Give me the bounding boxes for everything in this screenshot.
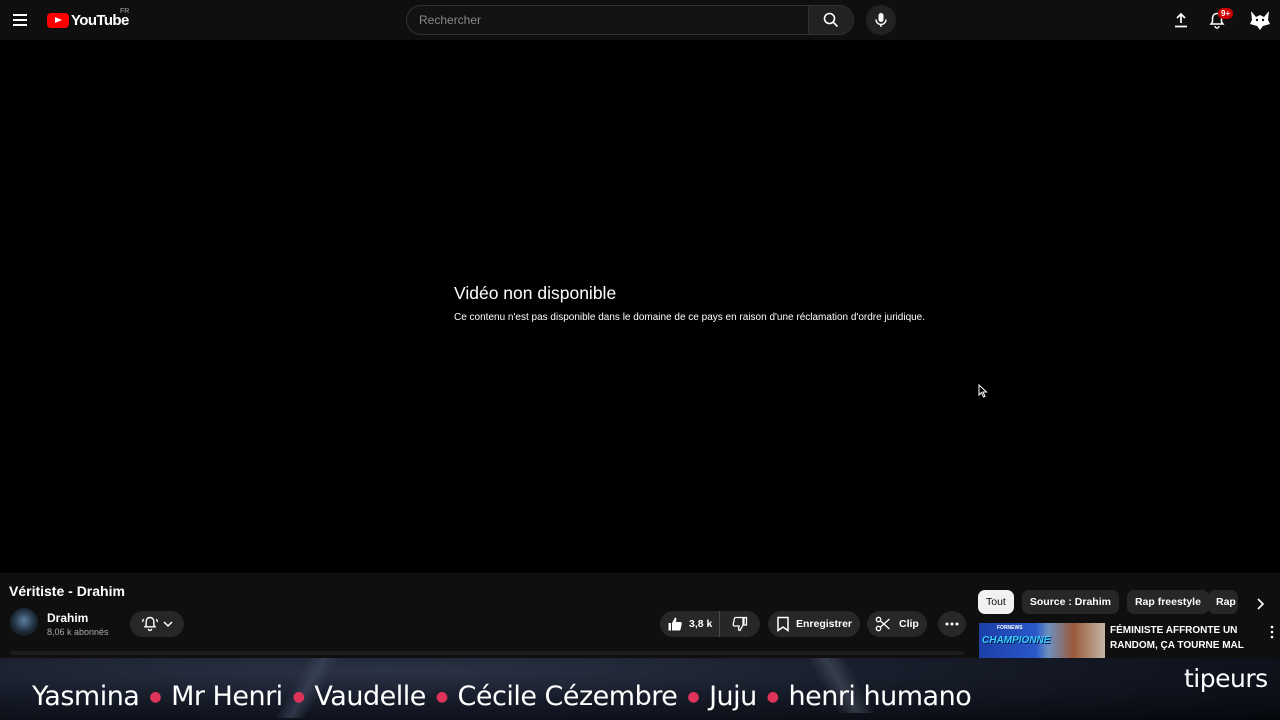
video-title: Véritiste - Drahim [9, 583, 125, 599]
subscriber-count: 8,06 k abonnés [47, 627, 109, 637]
separator-dot: ● [292, 688, 305, 705]
comments-divider [10, 651, 965, 655]
supporter-name: Yasmina [32, 681, 140, 712]
bookmark-icon [777, 616, 789, 632]
separator-dot: ● [149, 688, 162, 705]
clip-button[interactable]: Clip [867, 611, 927, 637]
more-vertical-icon[interactable] [1266, 625, 1278, 639]
clip-label: Clip [899, 618, 919, 630]
thumbs-up-icon [668, 617, 682, 631]
separator-dot: ● [687, 688, 700, 705]
bell-ringing-icon [141, 616, 158, 632]
supporter-name: Juju [709, 681, 757, 712]
notification-badge: 9+ [1218, 8, 1234, 19]
brand-logo: tipeurs [1184, 664, 1268, 693]
thumbnail-small-text: FORNEWS [997, 625, 1023, 631]
search-icon [823, 12, 839, 28]
wolf-avatar-icon [1250, 11, 1270, 30]
save-label: Enregistrer [796, 618, 853, 630]
youtube-play-icon [47, 12, 69, 28]
account-avatar[interactable] [1245, 5, 1275, 35]
notifications-button[interactable]: 9+ [1202, 5, 1234, 35]
thumbs-down-icon [732, 616, 748, 632]
channel-name[interactable]: Drahim [47, 611, 88, 625]
unavailable-message: Ce contenu n'est pas disponible dans le … [454, 312, 926, 323]
channel-avatar[interactable] [10, 608, 38, 636]
chip-rap[interactable]: Rap [1208, 590, 1238, 614]
create-button[interactable] [1166, 5, 1196, 35]
like-button[interactable]: 3,8 k [660, 611, 720, 637]
video-player[interactable]: Vidéo non disponible Ce contenu n'est pa… [0, 40, 1280, 573]
suggested-video-title[interactable]: FÉMINISTE AFFRONTE UN RANDOM, ÇA TOURNE … [1110, 623, 1260, 653]
like-count: 3,8 k [689, 618, 713, 630]
search-bar [406, 5, 854, 35]
more-actions-button[interactable] [938, 611, 966, 637]
supporters-banner: Yasmina ● Mr Henri ● Vaudelle ● Cécile C… [0, 658, 1280, 720]
supporter-name: Vaudelle [314, 681, 426, 712]
more-horizontal-icon [945, 622, 959, 626]
youtube-logo[interactable]: YouTube [47, 10, 129, 30]
separator-dot: ● [435, 688, 448, 705]
menu-icon[interactable] [6, 6, 34, 34]
chip-rap-clipped: Rap [1208, 590, 1238, 614]
video-info-area: Véritiste - Drahim Drahim 8,06 k abonnés… [0, 573, 1280, 658]
supporter-name: henri humano [788, 681, 972, 712]
scissors-icon [875, 616, 890, 632]
like-dislike-group: 3,8 k [660, 611, 760, 637]
subscription-bell-button[interactable] [130, 611, 184, 637]
save-button[interactable]: Enregistrer [768, 611, 860, 637]
microphone-icon [875, 13, 887, 27]
chevron-down-icon [163, 621, 173, 628]
separator-dot: ● [766, 688, 779, 705]
unavailable-title: Vidéo non disponible [454, 283, 617, 303]
related-filter-chips: Tout Source : Drahim Rap freestyle [978, 590, 1209, 614]
chevron-right-icon [1257, 598, 1264, 610]
upload-icon [1175, 12, 1187, 28]
mouse-cursor-icon [978, 384, 988, 398]
supporter-name: Cécile Cézembre [457, 681, 678, 712]
thumbnail-caption: CHAMPIONNE [982, 635, 1051, 646]
country-code: FR [120, 8, 130, 15]
voice-search-button[interactable] [866, 5, 896, 35]
chip-rap-freestyle[interactable]: Rap freestyle [1126, 590, 1209, 614]
dislike-button[interactable] [720, 611, 760, 637]
masthead: YouTube FR 9+ [0, 0, 1280, 40]
chip-all[interactable]: Tout [978, 590, 1014, 614]
supporter-names: Yasmina ● Mr Henri ● Vaudelle ● Cécile C… [32, 681, 972, 712]
chip-source[interactable]: Source : Drahim [1021, 590, 1119, 614]
supporter-name: Mr Henri [171, 681, 283, 712]
search-button[interactable] [808, 5, 854, 35]
search-input[interactable] [406, 5, 808, 35]
chips-next-button[interactable] [1250, 594, 1270, 614]
suggested-video-thumbnail[interactable]: FORNEWS CHAMPIONNE [979, 623, 1105, 658]
